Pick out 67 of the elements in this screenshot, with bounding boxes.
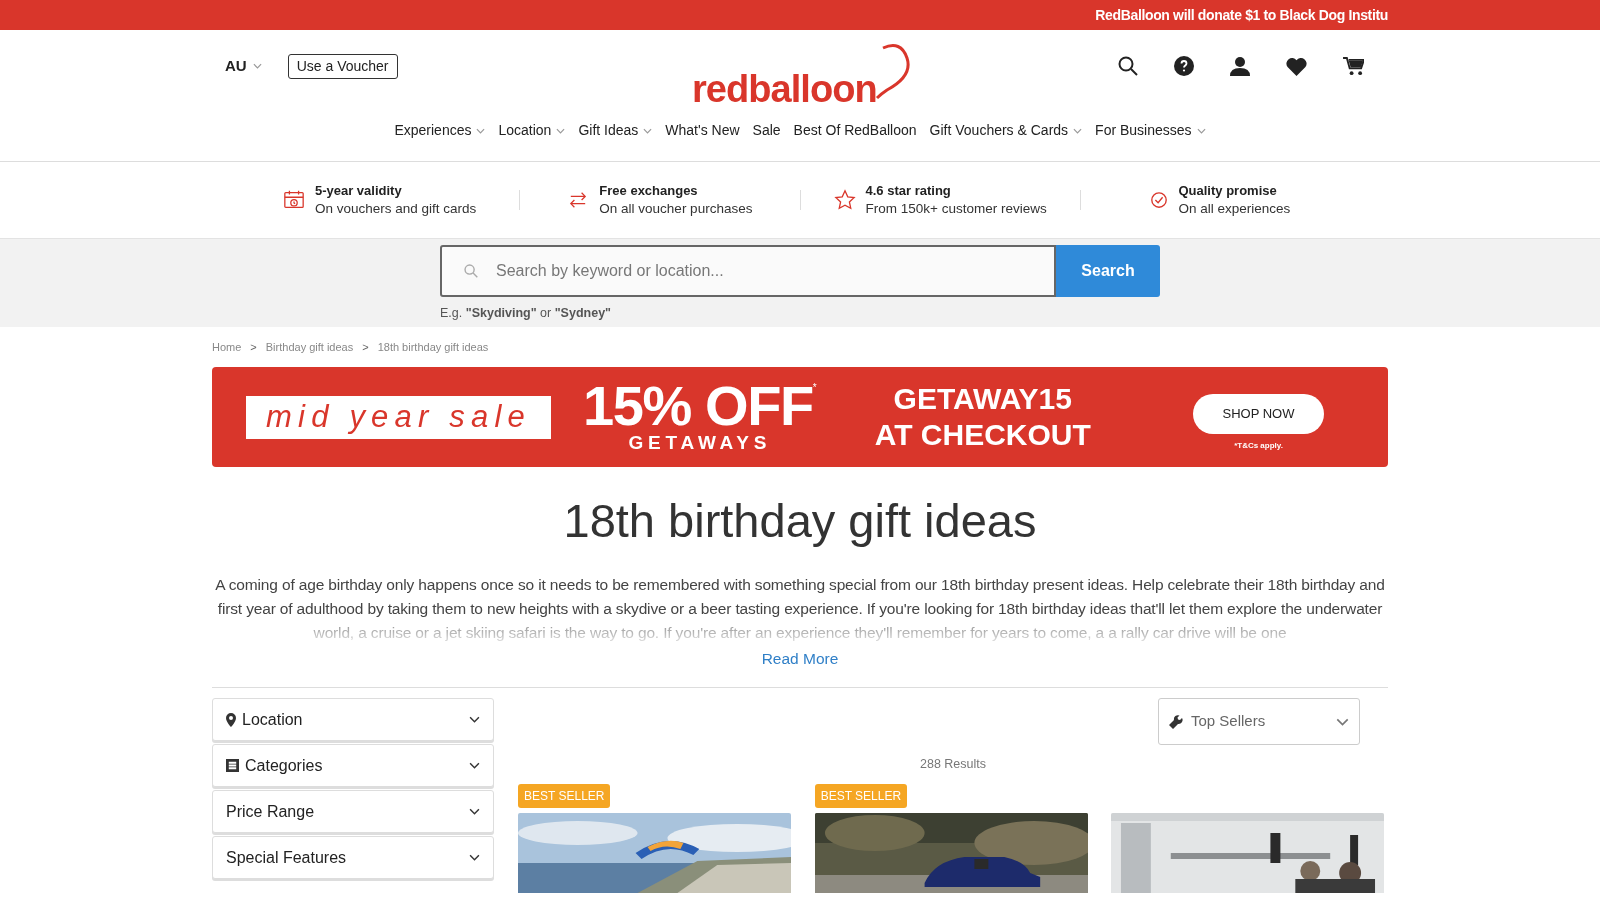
nav-link[interactable]: Experiences	[394, 120, 486, 141]
help-icon[interactable]	[1174, 56, 1194, 76]
read-more-link[interactable]: Read More	[761, 650, 839, 667]
breadcrumb-separator: >	[361, 339, 370, 355]
footnote-mark: *	[812, 381, 817, 393]
voucher-button[interactable]: Use a Voucher	[287, 53, 398, 79]
heart-icon[interactable]	[1286, 56, 1307, 76]
category-text: GETAWAYS	[628, 432, 772, 454]
star-icon	[833, 189, 856, 211]
feature-title: 5-year validity	[314, 182, 403, 200]
breadcrumb-link[interactable]: Birthday gift ideas	[265, 338, 354, 356]
search-icon[interactable]	[1118, 56, 1138, 76]
filter-dropdown[interactable]: Price Range	[212, 790, 494, 833]
search-field[interactable]: Search by keyword or location...	[440, 245, 1056, 297]
search-button[interactable]: Search	[1056, 245, 1160, 297]
page-title: 18th birthday gift ideas	[562, 493, 1038, 549]
chevron-icon	[1336, 717, 1349, 726]
best-seller-badge: BEST SELLER	[518, 783, 611, 808]
results-count: 288 Results	[919, 756, 987, 773]
nav-link[interactable]: Best Of RedBalloon	[793, 120, 917, 141]
promo-code: GETAWAY15	[893, 381, 1072, 417]
chevron-icon	[469, 716, 480, 723]
logo[interactable]: redballoon	[692, 44, 911, 108]
filter-dropdown[interactable]: Location	[212, 698, 494, 741]
cart-icon[interactable]	[1343, 56, 1364, 76]
feature-subtitle: On vouchers and gift cards	[314, 200, 477, 218]
discount-text: 15% OFF	[583, 380, 813, 432]
nav-link[interactable]: Gift Vouchers & Cards	[929, 120, 1083, 141]
feature-title: Free exchanges	[599, 182, 699, 200]
list-icon	[226, 759, 239, 772]
calendar-icon	[282, 189, 305, 211]
map-pin-icon	[226, 712, 236, 727]
feature-subtitle: On all experiences	[1178, 200, 1291, 218]
sort-dropdown[interactable]: Top Sellers	[1158, 698, 1360, 745]
chevron-icon	[469, 854, 480, 861]
best-seller-badge: BEST SELLER	[814, 783, 908, 808]
sale-banner[interactable]: mid year sale 15% OFF* GETAWAYS GETAWAY15 AT CHECKOUT SHOP NOW *T&Cs apply.	[212, 367, 1388, 467]
chevron-icon	[252, 63, 262, 69]
promo-code-note: AT CHECKOUT	[874, 417, 1091, 453]
nav-link[interactable]: Gift Ideas	[578, 120, 653, 141]
sale-label: mid year sale	[246, 395, 551, 439]
filter-dropdown[interactable]: Special Features	[212, 836, 494, 879]
intro-paragraph: A coming of age birthday only happens once so it needs to be remembered with something special from our 18th birthday present ideas. Help celebrate their 18th birthday and first year of adulthood by taking them to new heights with a skydive or a beer tasting experience. If you're looking for 18th birthday ideas that'll let them explore the underwater world, a cruise or a jet skiing safari is the way to go. If you're after an experience they'll remember for years to come, a a rally car drive will be one	[214, 575, 1386, 643]
breadcrumb-link[interactable]: 18th birthday gift ideas	[377, 338, 489, 356]
nav-link[interactable]: What's New	[665, 120, 740, 141]
breadcrumb-separator: >	[249, 339, 258, 355]
chevron-icon	[469, 808, 480, 815]
chevron-icon	[469, 762, 480, 769]
nav-link[interactable]: Sale	[752, 120, 781, 141]
promo-text[interactable]: RedBalloon will donate $1 to Black Dog Institu	[1095, 4, 1388, 26]
feature-subtitle: From 150k+ customer reviews	[865, 200, 1047, 218]
shop-now-button[interactable]: SHOP NOW	[1193, 394, 1324, 434]
feature-title: Quality promise	[1178, 182, 1278, 200]
feature-title: 4.6 star rating	[865, 182, 952, 200]
region-selector[interactable]: AU	[225, 54, 262, 78]
check-circle-icon	[1150, 191, 1169, 209]
breadcrumb-link[interactable]: Home	[212, 338, 242, 356]
terms-note: *T&Cs apply.	[1234, 440, 1283, 452]
search-icon	[464, 264, 478, 278]
wrench-icon	[1169, 714, 1183, 729]
logo-text: redballoon	[692, 70, 877, 108]
nav-link[interactable]: Location	[498, 120, 566, 141]
nav-link[interactable]: For Businesses	[1095, 120, 1206, 141]
feature-subtitle: On all voucher purchases	[599, 200, 753, 218]
filter-dropdown[interactable]: Categories	[212, 744, 494, 787]
user-icon[interactable]	[1230, 56, 1250, 76]
search-hint: E.g. "Skydiving" or "Sydney"	[440, 305, 612, 322]
